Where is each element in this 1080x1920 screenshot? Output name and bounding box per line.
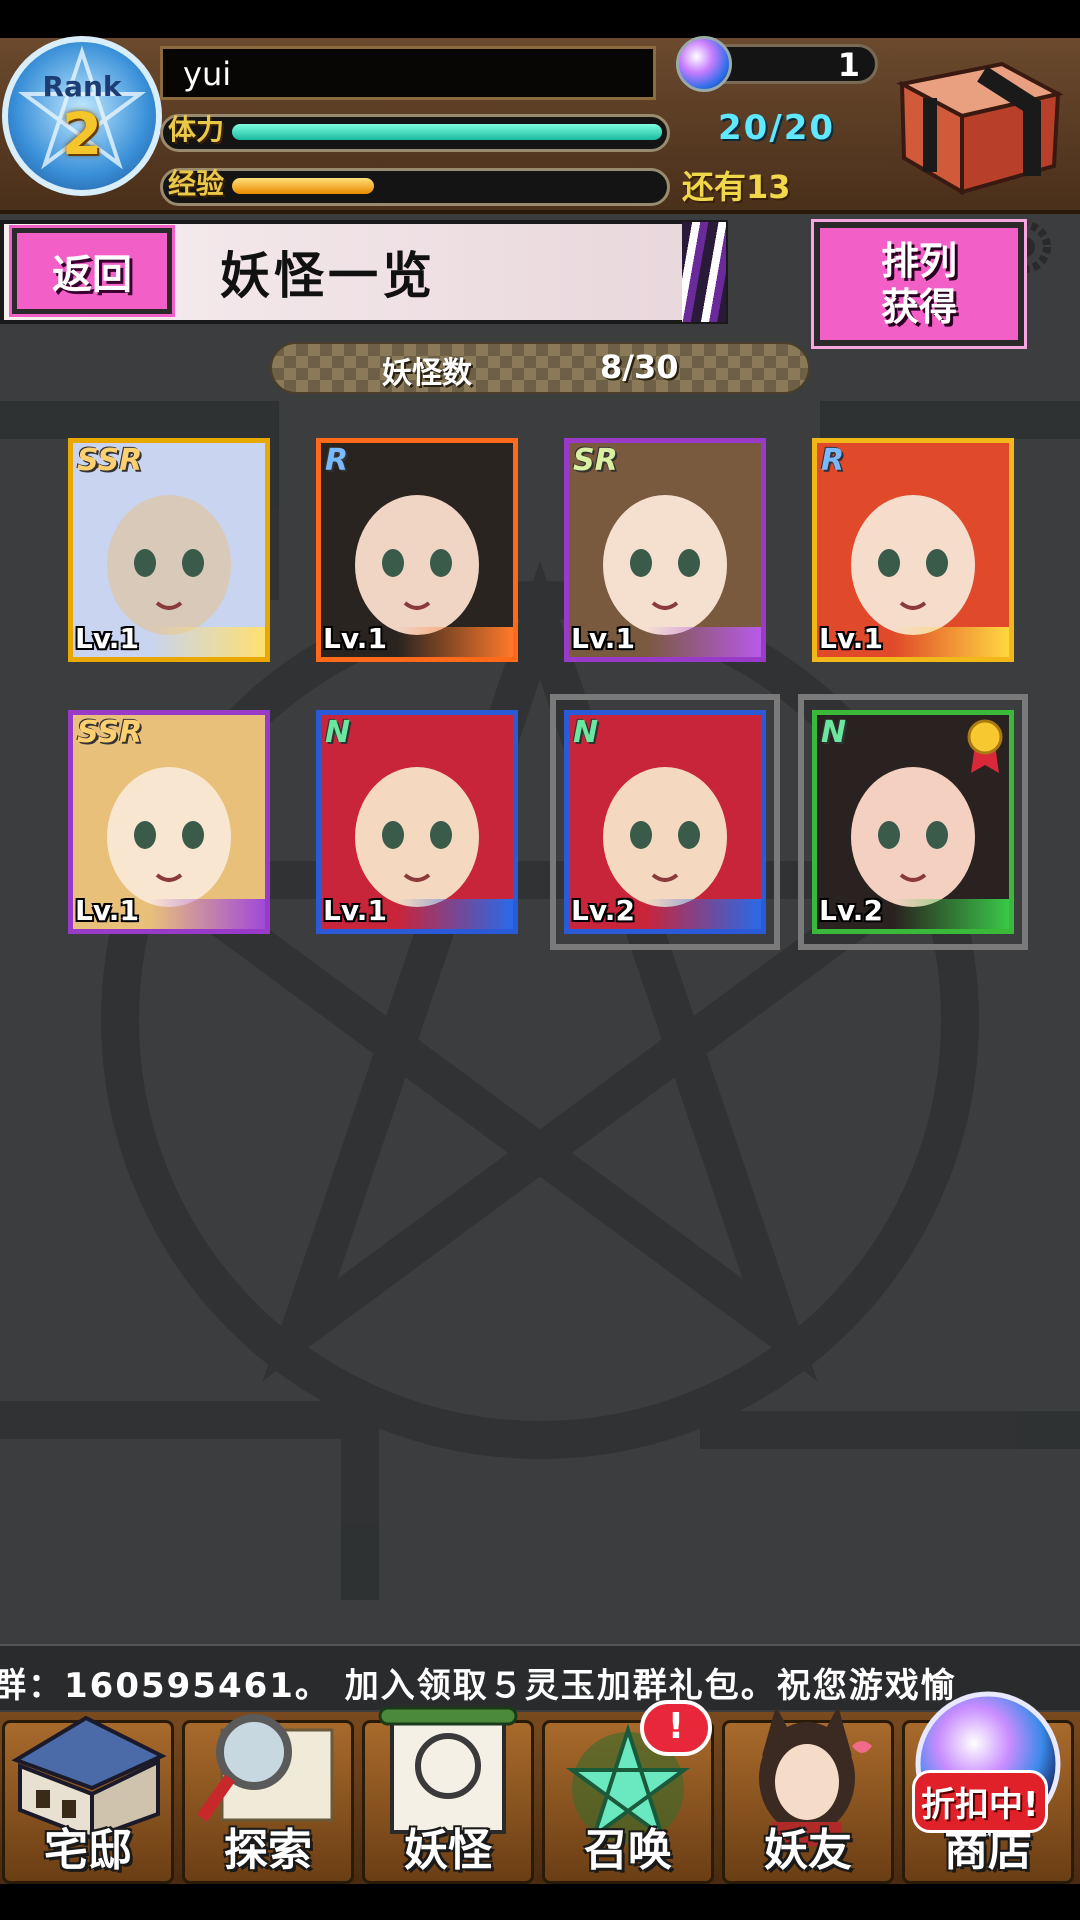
status-bar — [0, 0, 1080, 38]
rank-value: 2 — [61, 100, 103, 168]
sort-mode: 获得 — [880, 285, 957, 329]
rarity-badge: N — [821, 715, 847, 750]
gem-count: 1 — [837, 46, 860, 84]
rarity-badge: R — [325, 443, 349, 478]
sort-button[interactable]: 排列 获得 — [811, 219, 1027, 349]
rarity-badge: R — [821, 443, 845, 478]
rarity-badge: N — [325, 715, 351, 750]
rank-label: Rank — [42, 70, 122, 103]
page-title: 妖怪一览 — [220, 247, 436, 305]
nav-explore[interactable]: 探索 — [182, 1714, 354, 1884]
yokai-count-value: 8/30 — [600, 348, 679, 386]
level-label: Lv.1 — [75, 622, 139, 655]
level-label: Lv.1 — [323, 894, 387, 927]
yokai-count-label: 妖怪数 — [382, 356, 472, 391]
level-label: Lv.1 — [75, 894, 139, 927]
exp-remaining: 还有13 — [682, 168, 791, 206]
nav-friends[interactable]: 妖友 — [722, 1706, 894, 1884]
nav-yokai[interactable]: 妖怪 — [362, 1706, 534, 1884]
yokai-card[interactable]: N Lv.2 — [564, 710, 766, 934]
level-label: Lv.2 — [571, 894, 635, 927]
nav-label: 探索 — [224, 1825, 312, 1876]
yokai-card[interactable]: R Lv.1 — [812, 438, 1014, 662]
exp-label: 经验 — [168, 167, 225, 200]
rarity-badge: SR — [573, 443, 618, 478]
bottom-strip — [0, 1884, 1080, 1920]
stamina-label: 体力 — [168, 113, 225, 146]
rarity-badge: SSR — [77, 443, 143, 478]
rank-badge[interactable]: Rank 2 — [2, 36, 162, 196]
back-button[interactable]: 返回 — [9, 225, 175, 317]
exp-bar-fill — [232, 178, 374, 194]
notification-badge: ! — [640, 1700, 712, 1756]
player-name: yui — [183, 55, 232, 93]
yokai-card[interactable]: SR Lv.1 — [564, 438, 766, 662]
yokai-card[interactable]: N Lv.1 — [316, 710, 518, 934]
level-label: Lv.1 — [571, 622, 635, 655]
rarity-badge: SSR — [77, 715, 143, 750]
stamina-value: 20/20 — [718, 108, 836, 148]
spirit-gem-icon — [676, 36, 732, 92]
yokai-card[interactable]: R Lv.1 — [316, 438, 518, 662]
rarity-badge: N — [573, 715, 599, 750]
nav-label: 宅邸 — [44, 1825, 132, 1876]
stamina-bar-fill — [232, 124, 662, 140]
level-label: Lv.2 — [819, 894, 883, 927]
nav-mansion[interactable]: 宅邸 — [2, 1715, 174, 1884]
treasure-chest-icon[interactable] — [882, 54, 1068, 200]
yokai-count-bar — [270, 342, 810, 394]
sort-label: 排列 — [880, 239, 957, 283]
nav-label: 妖怪 — [404, 1825, 492, 1876]
medal-icon — [967, 719, 1003, 773]
yokai-card[interactable]: SSR Lv.1 — [68, 438, 270, 662]
sale-badge: 折扣中! — [912, 1770, 1048, 1833]
yokai-card[interactable]: N Lv.2 — [812, 710, 1014, 934]
nav-label: 召唤 — [584, 1825, 672, 1876]
level-label: Lv.1 — [323, 622, 387, 655]
nav-label: 妖友 — [764, 1825, 852, 1876]
yokai-card[interactable]: SSR Lv.1 — [68, 710, 270, 934]
banner-stripes — [682, 222, 726, 322]
player-name-field: yui — [160, 46, 656, 100]
level-label: Lv.1 — [819, 622, 883, 655]
